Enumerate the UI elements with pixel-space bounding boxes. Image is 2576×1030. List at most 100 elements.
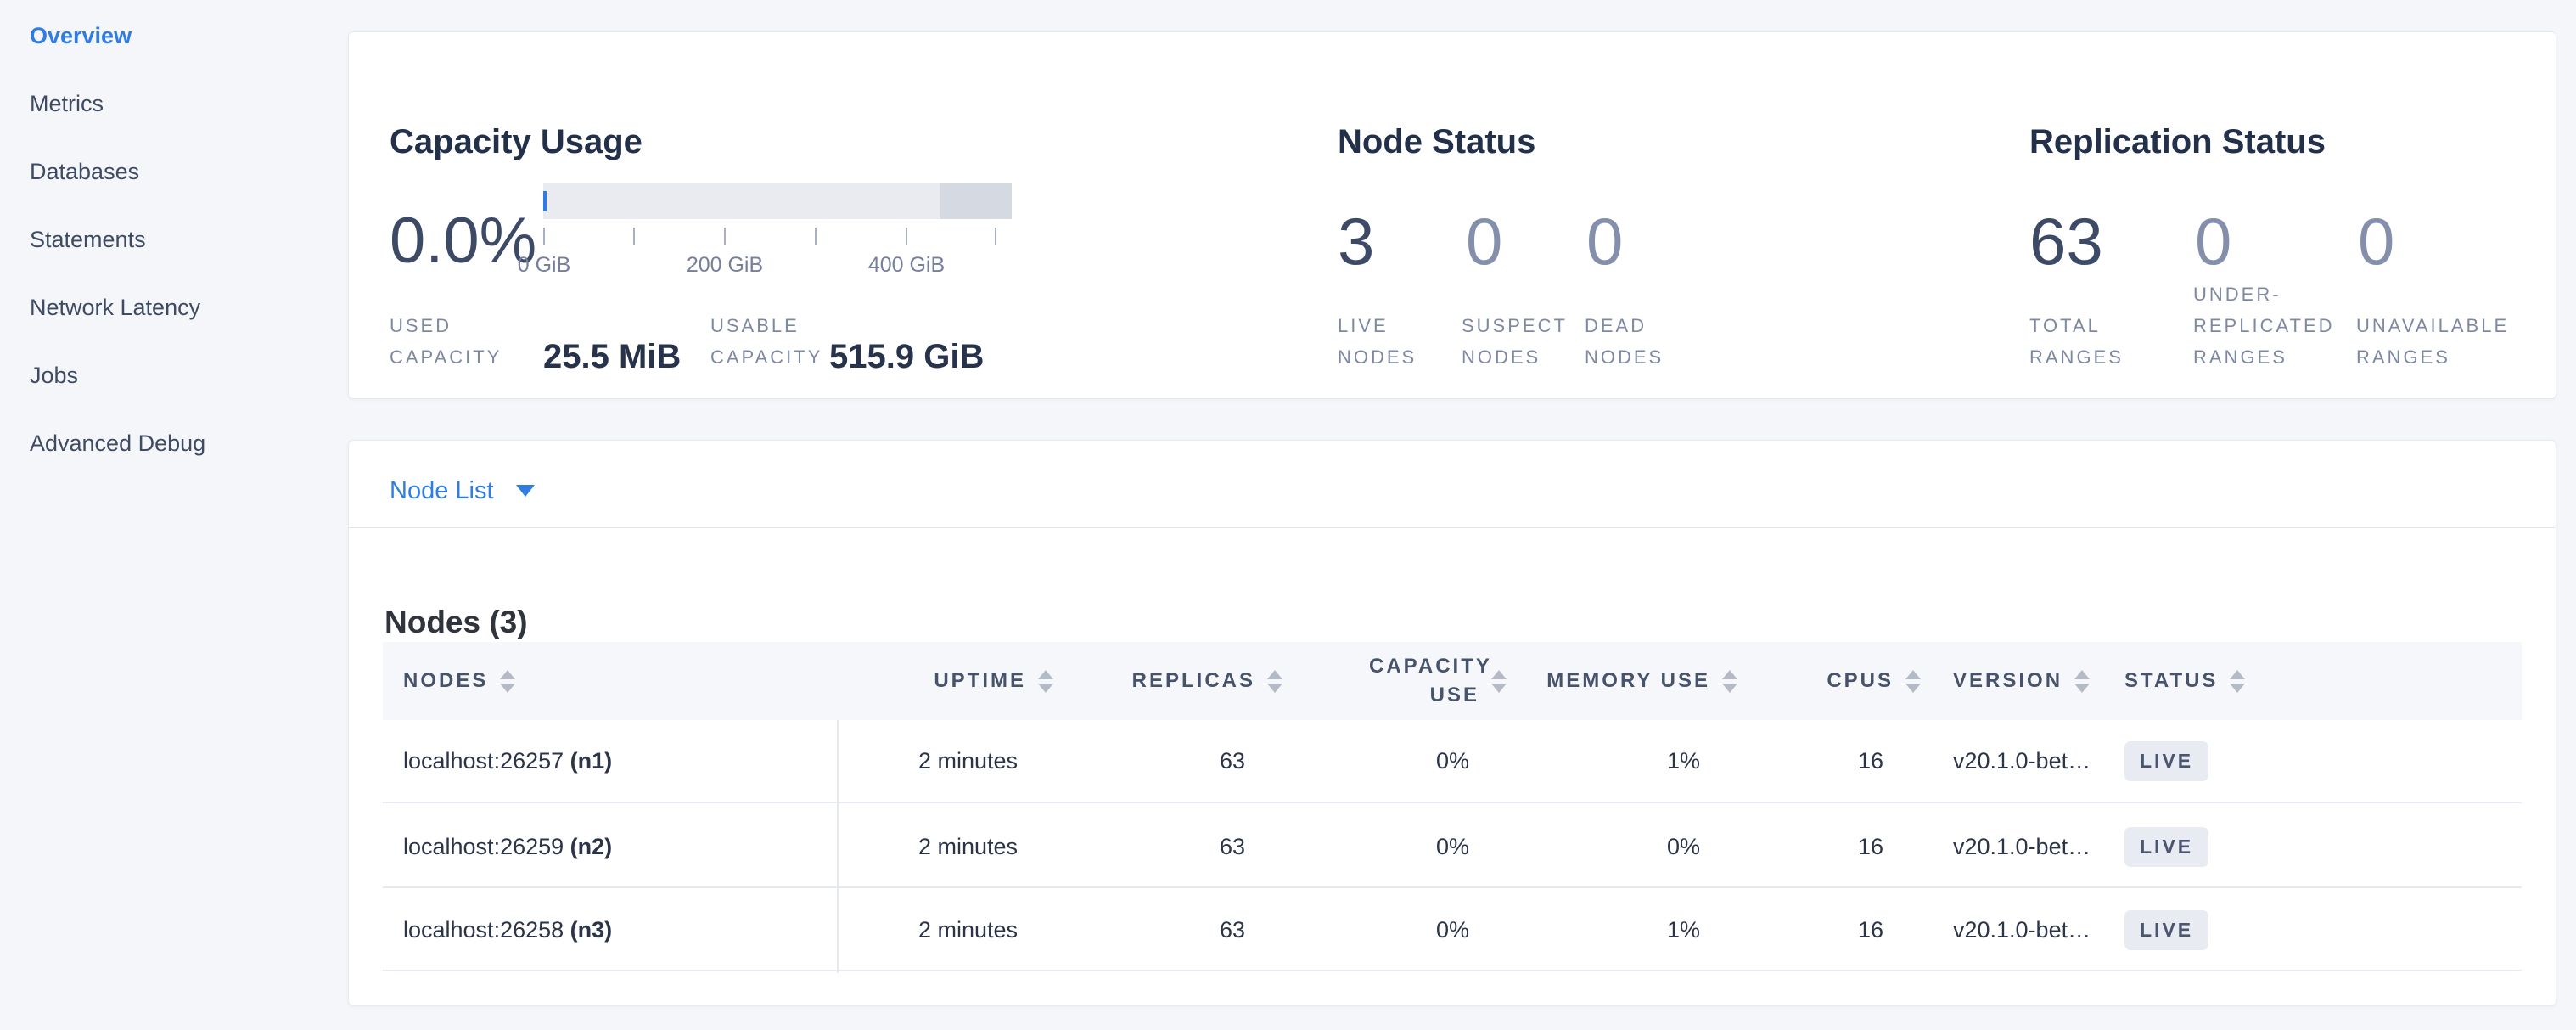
capacity-use-cell: 0%	[1316, 890, 1469, 970]
status-badge: LIVE	[2124, 910, 2208, 950]
dead-nodes-value: 0	[1586, 205, 1623, 277]
cpus-cell: 16	[1775, 807, 1883, 886]
column-header-cpus-label: CPUS	[1827, 667, 1894, 695]
column-header-capacity-use-label: CAPACITY USE	[1369, 652, 1479, 710]
sort-icon	[2230, 670, 2245, 693]
sort-icon	[2074, 670, 2090, 693]
node-address: localhost:26258	[403, 917, 564, 943]
column-header-version-label: VERSION	[1953, 667, 2062, 695]
chevron-down-icon	[516, 485, 535, 497]
node-address: localhost:26259	[403, 834, 564, 859]
usable-capacity-value: 515.9 GiB	[829, 338, 984, 376]
node-list-card: Node List Nodes (3) NODES UPTIME REPLICA…	[348, 440, 2556, 1006]
uptime-cell: 2 minutes	[858, 807, 1018, 886]
capacity-use-cell: 0%	[1316, 807, 1469, 886]
axis-tick-label-200: 200 GiB	[687, 253, 763, 278]
memory-use-cell: 1%	[1537, 890, 1700, 970]
replicas-cell: 63	[1079, 807, 1245, 886]
total-ranges-label: TOTAL RANGES	[2029, 310, 2135, 373]
axis-tick	[724, 228, 726, 245]
nodes-table-header: NODES UPTIME REPLICAS CAPACITY USE MEMOR…	[383, 642, 2522, 720]
node-address-cell[interactable]: localhost:26258 (n3)	[403, 890, 811, 970]
axis-tick	[815, 228, 817, 245]
status-badge: LIVE	[2124, 827, 2208, 867]
capacity-usage-title: Capacity Usage	[390, 123, 643, 161]
sidebar-nav-list: Overview Metrics Databases Statements Ne…	[0, 0, 340, 477]
used-capacity-value: 25.5 MiB	[543, 338, 681, 376]
unavailable-ranges-value: 0	[2358, 205, 2394, 277]
column-header-uptime[interactable]: UPTIME	[858, 642, 1053, 720]
column-header-replicas-label: REPLICAS	[1132, 667, 1255, 695]
sidebar-item-network-latency[interactable]: Network Latency	[30, 273, 340, 341]
sort-icon	[1038, 670, 1053, 693]
column-header-replicas[interactable]: REPLICAS	[1079, 642, 1282, 720]
node-status-title: Node Status	[1338, 123, 1535, 161]
node-address: localhost:26257	[403, 748, 564, 774]
live-nodes-label: LIVE NODES	[1338, 310, 1433, 373]
table-row-node-2[interactable]: localhost:26259 (n2) 2 minutes 63 0% 0% …	[383, 807, 2522, 888]
capacity-percent: 0.0%	[390, 205, 536, 277]
column-header-status-label: STATUS	[2124, 667, 2218, 695]
column-header-capacity-use[interactable]: CAPACITY USE	[1316, 642, 1507, 720]
column-header-nodes-label: NODES	[403, 667, 488, 695]
axis-tick	[906, 228, 907, 245]
cpus-cell: 16	[1775, 720, 1883, 802]
column-header-memory-use-label: MEMORY USE	[1546, 667, 1710, 695]
capacity-gauge-reserved-segment	[940, 183, 1012, 219]
dead-nodes-label: DEAD NODES	[1585, 310, 1680, 373]
node-address-cell[interactable]: localhost:26259 (n2)	[403, 807, 811, 886]
sidebar-item-jobs[interactable]: Jobs	[30, 341, 340, 409]
node-list-dropdown[interactable]: Node List	[390, 466, 535, 515]
live-nodes-value: 3	[1338, 205, 1374, 277]
sidebar-item-databases[interactable]: Databases	[30, 138, 340, 205]
node-id: (n2)	[570, 834, 613, 859]
column-header-cpus[interactable]: CPUS	[1775, 642, 1921, 720]
sidebar-item-metrics[interactable]: Metrics	[30, 70, 340, 138]
memory-use-cell: 1%	[1537, 720, 1700, 802]
replicas-cell: 63	[1079, 720, 1245, 802]
node-list-dropdown-label: Node List	[390, 477, 494, 505]
status-badge: LIVE	[2124, 741, 2208, 781]
column-header-memory-use[interactable]: MEMORY USE	[1537, 642, 1737, 720]
used-capacity-label: USED CAPACITY	[390, 310, 538, 373]
axis-tick	[633, 228, 635, 245]
suspect-nodes-value: 0	[1466, 205, 1502, 277]
axis-tick-label-0: 0 GiB	[518, 253, 571, 278]
memory-use-cell: 0%	[1537, 807, 1700, 886]
nodes-table: NODES UPTIME REPLICAS CAPACITY USE MEMOR…	[383, 642, 2522, 973]
uptime-cell: 2 minutes	[858, 720, 1018, 802]
section-divider	[349, 527, 2556, 528]
total-ranges-value: 63	[2029, 205, 2103, 277]
sidebar-item-advanced-debug[interactable]: Advanced Debug	[30, 409, 340, 477]
cluster-summary-card: Capacity Usage 0.0% 0 GiB 200 GiB 400 Gi…	[348, 31, 2556, 399]
sidebar-item-statements[interactable]: Statements	[30, 205, 340, 273]
status-cell: LIVE	[2124, 890, 2379, 970]
sort-icon	[1722, 670, 1737, 693]
node-address-cell[interactable]: localhost:26257 (n1)	[403, 720, 811, 802]
status-cell: LIVE	[2124, 720, 2379, 802]
unavailable-ranges-label: UNAVAILABLE RANGES	[2356, 310, 2530, 373]
status-cell: LIVE	[2124, 807, 2379, 886]
column-header-uptime-label: UPTIME	[934, 667, 1026, 695]
node-id: (n3)	[570, 917, 613, 943]
capacity-use-cell: 0%	[1316, 720, 1469, 802]
nodes-heading: Nodes (3)	[384, 605, 528, 640]
under-replicated-ranges-label: UNDER-REPLICATED RANGES	[2193, 279, 2354, 373]
table-row-node-1[interactable]: localhost:26257 (n1) 2 minutes 63 0% 1% …	[383, 720, 2522, 803]
capacity-gauge-used-marker	[543, 191, 547, 211]
replication-status-title: Replication Status	[2029, 123, 2326, 161]
column-header-status[interactable]: STATUS	[2124, 642, 2379, 720]
replicas-cell: 63	[1079, 890, 1245, 970]
under-replicated-ranges-value: 0	[2195, 205, 2231, 277]
column-header-nodes[interactable]: NODES	[403, 642, 811, 720]
capacity-gauge: 0 GiB 200 GiB 400 GiB	[543, 183, 1012, 285]
cpus-cell: 16	[1775, 890, 1883, 970]
uptime-cell: 2 minutes	[858, 890, 1018, 970]
sort-icon	[500, 670, 515, 693]
sort-icon	[1491, 670, 1507, 693]
axis-tick-label-400: 400 GiB	[868, 253, 945, 278]
table-row-node-3[interactable]: localhost:26258 (n3) 2 minutes 63 0% 1% …	[383, 890, 2522, 971]
table-column-divider	[837, 720, 839, 973]
node-id: (n1)	[570, 748, 613, 774]
sidebar-item-overview[interactable]: Overview	[30, 2, 340, 70]
